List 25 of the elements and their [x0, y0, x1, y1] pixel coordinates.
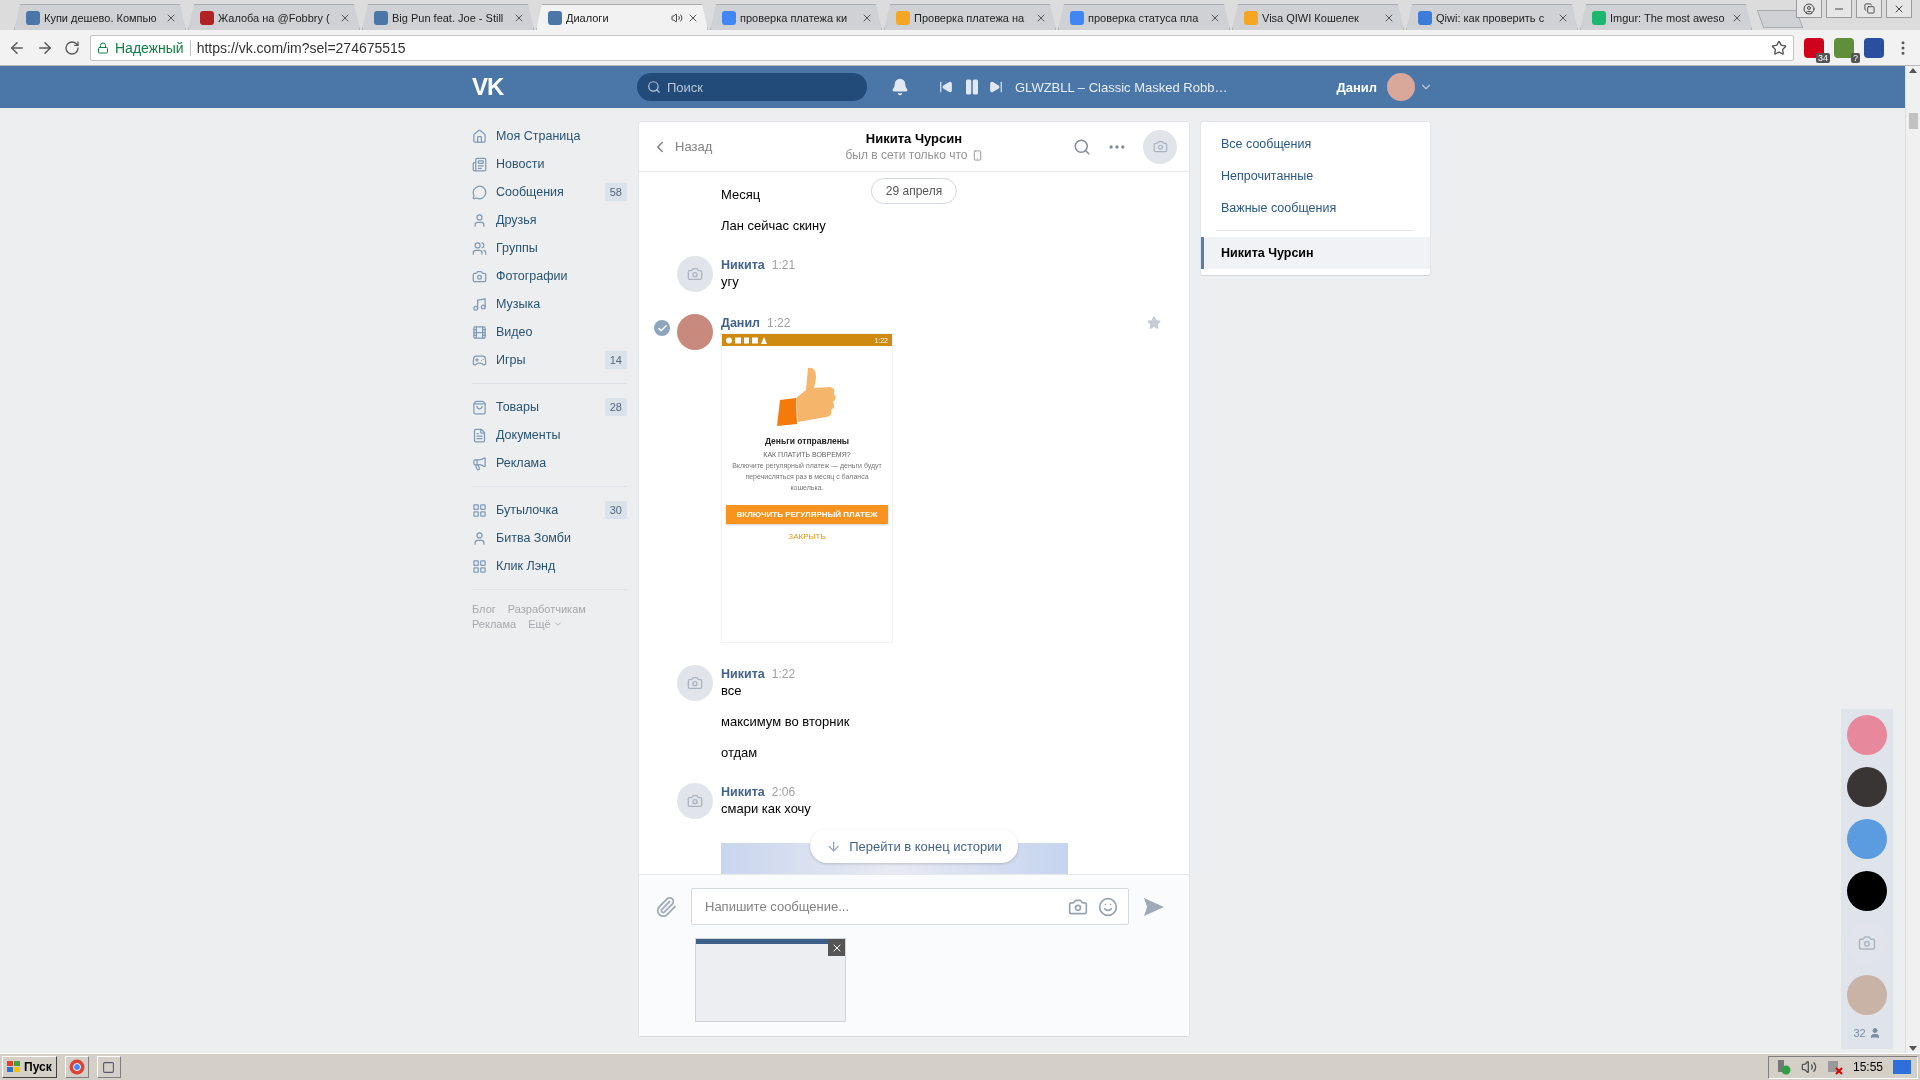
message-text: Месяц — [721, 186, 761, 203]
message-text: угу — [721, 273, 739, 290]
screen-title: Деньги отправлены — [764, 436, 850, 446]
message-text: все — [721, 682, 742, 699]
message-text: максимум во вторник — [721, 713, 850, 730]
extension-badge: ? — [1851, 52, 1860, 63]
count-badge: 14 — [604, 351, 627, 369]
logo: VK — [472, 73, 505, 101]
security-label: Надежный — [115, 39, 184, 56]
count-badge: 58 — [604, 183, 627, 201]
online-status: был в сети только что — [845, 148, 968, 162]
url-text: https://vk.com/im?sel=274675515 — [196, 39, 407, 56]
message-text: Лан сейчас скину — [721, 217, 826, 234]
count-badge: 28 — [604, 398, 627, 416]
message-time: 1:22 — [771, 666, 796, 681]
online-count: 32 — [1853, 1027, 1866, 1039]
date-label: 29 апреля — [870, 178, 958, 204]
message-text: отдам — [721, 744, 758, 761]
message-time: 2:06 — [771, 784, 796, 799]
message-time: 1:22 — [767, 315, 791, 330]
count-badge: 30 — [604, 501, 627, 519]
message-text: смари как хочу — [721, 800, 811, 817]
clock: 15:55 — [1852, 1060, 1883, 1074]
message-time: 1:21 — [771, 257, 796, 272]
extension-badge: 34 — [1816, 52, 1830, 63]
